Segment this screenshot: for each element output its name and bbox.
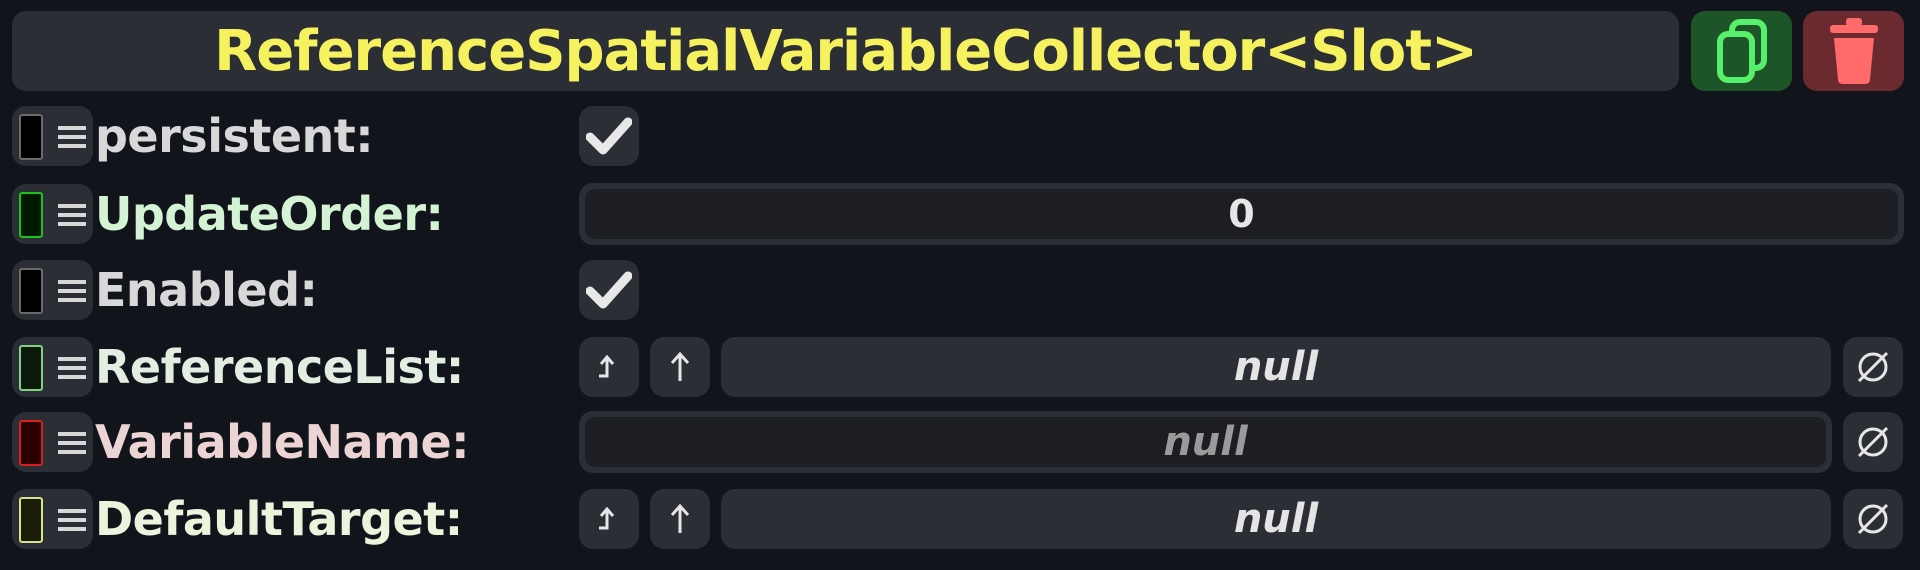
field-row-referencelist: ReferenceList: null	[0, 336, 1920, 398]
up-arrow-icon	[670, 351, 690, 381]
field-label: persistent:	[95, 109, 374, 163]
field-row-variablename: VariableName: null	[0, 411, 1920, 473]
number-value: 0	[585, 189, 1898, 239]
field-row-persistent: persistent:	[0, 105, 1920, 167]
clear-value-button[interactable]	[1843, 412, 1903, 472]
hamburger-icon	[58, 432, 86, 454]
field-label: DefaultTarget:	[95, 492, 463, 546]
updateorder-number-field[interactable]: 0	[579, 183, 1904, 245]
field-type-swatch	[19, 345, 43, 391]
clear-reference-button[interactable]	[1843, 489, 1903, 549]
field-drag-handle[interactable]	[12, 184, 93, 244]
hamburger-icon	[58, 280, 86, 302]
field-type-swatch	[19, 192, 43, 238]
hamburger-icon	[58, 126, 86, 148]
field-row-defaulttarget: DefaultTarget: null	[0, 488, 1920, 550]
field-label: VariableName:	[95, 415, 470, 469]
null-icon	[1857, 426, 1889, 458]
field-row-enabled: Enabled:	[0, 259, 1920, 321]
jump-to-reference-button[interactable]	[579, 337, 639, 397]
field-type-swatch	[19, 497, 43, 543]
field-type-swatch	[19, 420, 43, 466]
select-parent-button[interactable]	[650, 337, 710, 397]
reference-field[interactable]: null	[721, 337, 1831, 397]
field-label: UpdateOrder:	[95, 187, 444, 241]
field-label: Enabled:	[95, 263, 318, 317]
field-drag-handle[interactable]	[12, 412, 93, 472]
hamburger-icon	[58, 357, 86, 379]
null-icon	[1857, 503, 1889, 535]
field-type-swatch	[19, 114, 43, 160]
field-row-updateorder: UpdateOrder: 0	[0, 183, 1920, 245]
null-icon	[1857, 351, 1889, 383]
component-header: ReferenceSpatialVariableCollector<Slot>	[12, 11, 1679, 91]
field-type-swatch	[19, 268, 43, 314]
field-drag-handle[interactable]	[12, 260, 93, 320]
checkmark-icon	[586, 117, 632, 155]
text-value: null	[585, 417, 1826, 467]
jump-to-reference-button[interactable]	[579, 489, 639, 549]
hamburger-icon	[58, 204, 86, 226]
variablename-text-field[interactable]: null	[579, 411, 1832, 473]
jump-arrow-icon	[599, 354, 615, 378]
delete-button[interactable]	[1803, 11, 1904, 91]
reference-field[interactable]: null	[721, 489, 1831, 549]
persistent-checkbox[interactable]	[579, 106, 639, 166]
duplicate-icon	[1716, 19, 1767, 83]
select-parent-button[interactable]	[650, 489, 710, 549]
clear-reference-button[interactable]	[1843, 337, 1903, 397]
inspector-panel: ReferenceSpatialVariableCollector<Slot> …	[0, 0, 1920, 570]
field-drag-handle[interactable]	[12, 489, 93, 549]
component-title: ReferenceSpatialVariableCollector<Slot>	[214, 18, 1478, 84]
field-drag-handle[interactable]	[12, 337, 93, 397]
enabled-checkbox[interactable]	[579, 260, 639, 320]
checkmark-icon	[586, 271, 632, 309]
trash-icon	[1829, 18, 1878, 84]
duplicate-button[interactable]	[1691, 11, 1792, 91]
jump-arrow-icon	[599, 506, 615, 530]
field-drag-handle[interactable]	[12, 106, 93, 166]
up-arrow-icon	[670, 503, 690, 533]
field-label: ReferenceList:	[95, 340, 464, 394]
hamburger-icon	[58, 509, 86, 531]
